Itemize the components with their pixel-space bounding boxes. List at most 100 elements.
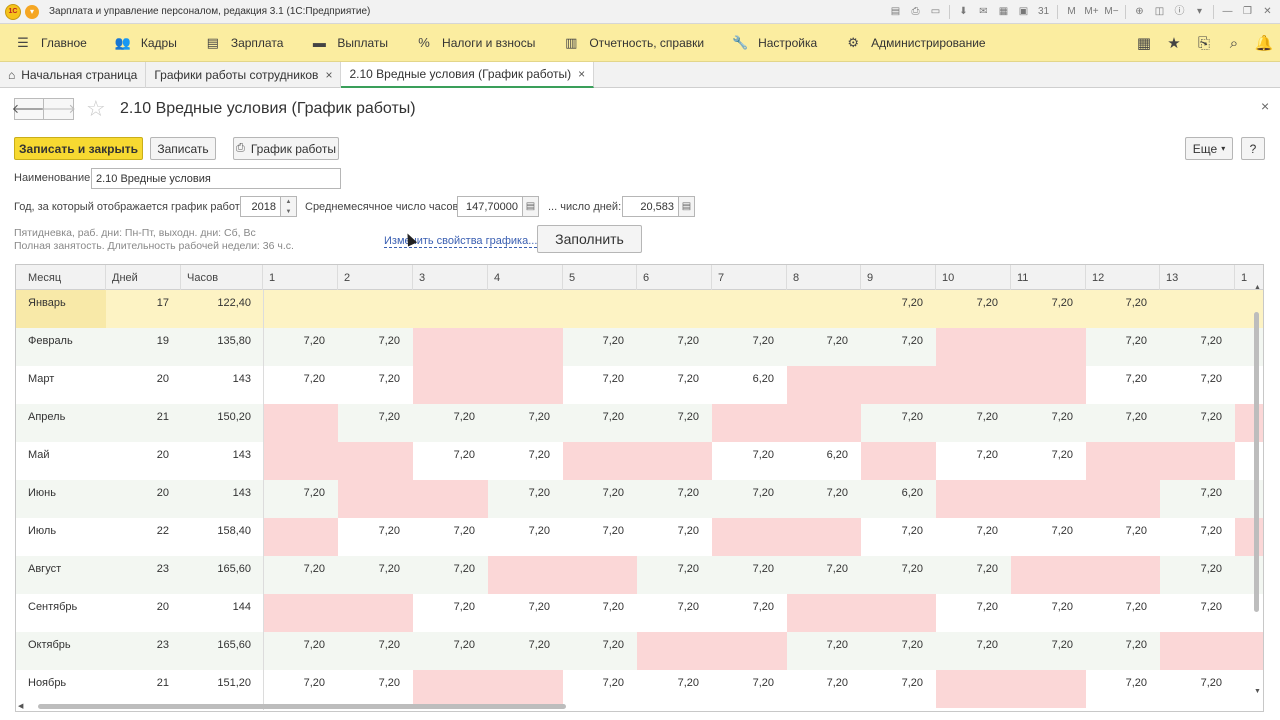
menu-settings[interactable]: 🔧 Настройка	[717, 24, 830, 62]
day-cell[interactable]: 7,20	[413, 442, 488, 480]
day-cell[interactable]: 7,20	[1160, 366, 1235, 404]
day-cell[interactable]	[637, 632, 712, 670]
day-cell[interactable]: 7,20	[338, 328, 413, 366]
day-cell[interactable]: 7,20	[1011, 632, 1086, 670]
day-cell[interactable]: 7,20	[936, 518, 1011, 556]
month-cell[interactable]: Июль	[16, 518, 106, 556]
day-cell[interactable]: 7,20	[1011, 594, 1086, 632]
column-header[interactable]: 5	[563, 265, 637, 290]
day-cell[interactable]: 7,20	[712, 556, 787, 594]
column-header[interactable]: 10	[936, 265, 1011, 290]
day-cell[interactable]: 7,20	[712, 442, 787, 480]
scroll-left-icon[interactable]: ◀	[18, 702, 23, 710]
close-icon[interactable]: ✕	[1259, 3, 1276, 20]
day-cell[interactable]	[488, 366, 563, 404]
menu-salary[interactable]: ▤ Зарплата	[190, 24, 297, 62]
help-button[interactable]: ?	[1241, 137, 1265, 160]
day-cell[interactable]: 6,20	[861, 480, 936, 518]
day-cell[interactable]: 7,20	[861, 632, 936, 670]
table-row[interactable]: Январь 17 122,40 7,20 7,20 7,20 7,20	[16, 290, 1263, 328]
column-header[interactable]: 6	[637, 265, 712, 290]
tab-1[interactable]: ⌂ Начальная страница	[0, 62, 147, 88]
calendar-icon[interactable]: 31	[1035, 3, 1052, 20]
day-cell[interactable]: 7,20	[712, 594, 787, 632]
table-row[interactable]: Август 23 165,60 7,20 7,20 7,20 7,20 7,20 7,20 7,…	[16, 556, 1263, 594]
hours-cell[interactable]: 143	[181, 480, 263, 518]
table-icon[interactable]: ▦	[995, 3, 1012, 20]
hours-cell[interactable]: 150,20	[181, 404, 263, 442]
calculator-icon[interactable]: ▣	[1015, 3, 1032, 20]
table-row[interactable]: Июль 22 158,40 7,20 7,20 7,20 7,20 7,20 7,20 7,20…	[16, 518, 1263, 556]
month-cell[interactable]: Сентябрь	[16, 594, 106, 632]
day-cell[interactable]: 7,20	[637, 594, 712, 632]
day-cell[interactable]	[413, 328, 488, 366]
day-cell[interactable]	[936, 480, 1011, 518]
day-cell[interactable]	[936, 366, 1011, 404]
table-row[interactable]: Апрель 21 150,20 7,20 7,20 7,20 7,20 7,20 7,20 7,…	[16, 404, 1263, 442]
day-cell[interactable]: 7,20	[637, 518, 712, 556]
menu-taxes[interactable]: % Налоги и взносы	[401, 24, 548, 62]
month-cell[interactable]: Май	[16, 442, 106, 480]
name-input[interactable]: 2.10 Вредные условия	[91, 168, 341, 189]
history-icon[interactable]: ⎘	[1196, 35, 1212, 52]
day-cell[interactable]: 7,20	[936, 632, 1011, 670]
menu-main[interactable]: ☰ Главное	[0, 24, 100, 62]
1c-logo-icon[interactable]: 1С	[5, 3, 21, 20]
day-cell[interactable]: 7,20	[563, 404, 637, 442]
day-cell[interactable]: 7,20	[861, 328, 936, 366]
day-cell[interactable]	[338, 594, 413, 632]
day-cell[interactable]	[263, 518, 338, 556]
day-cell[interactable]	[787, 404, 861, 442]
days-cell[interactable]: 17	[106, 290, 181, 328]
day-cell[interactable]	[263, 404, 338, 442]
day-cell[interactable]: 7,20	[936, 404, 1011, 442]
day-cell[interactable]: 7,20	[563, 366, 637, 404]
tab-close-icon[interactable]: ×	[578, 67, 585, 81]
day-cell[interactable]: 7,20	[263, 366, 338, 404]
day-cell[interactable]	[787, 518, 861, 556]
memory-m-icon[interactable]: M	[1063, 3, 1080, 20]
day-cell[interactable]: 7,20	[861, 556, 936, 594]
column-header[interactable]: Месяц	[16, 265, 106, 290]
day-cell[interactable]: 7,20	[1160, 594, 1235, 632]
day-cell[interactable]: 6,20	[712, 366, 787, 404]
day-cell[interactable]: 7,20	[637, 556, 712, 594]
days-cell[interactable]: 20	[106, 594, 181, 632]
horizontal-scroll-thumb[interactable]	[38, 704, 566, 709]
day-cell[interactable]	[936, 328, 1011, 366]
month-cell[interactable]: Февраль	[16, 328, 106, 366]
day-cell[interactable]: 7,20	[1086, 594, 1160, 632]
day-cell[interactable]: 7,20	[637, 366, 712, 404]
hours-cell[interactable]: 144	[181, 594, 263, 632]
vertical-scroll-thumb[interactable]	[1254, 312, 1259, 612]
hours-cell[interactable]: 143	[181, 442, 263, 480]
memory-mplus-icon[interactable]: M+	[1083, 3, 1100, 20]
hours-cell[interactable]: 135,80	[181, 328, 263, 366]
day-cell[interactable]: 7,20	[1160, 480, 1235, 518]
bell-icon[interactable]: 🔔	[1255, 35, 1274, 52]
day-cell[interactable]	[1086, 480, 1160, 518]
day-cell[interactable]	[413, 480, 488, 518]
column-header[interactable]: 4	[488, 265, 563, 290]
zoom-icon[interactable]: ⊕	[1131, 3, 1148, 20]
day-cell[interactable]	[563, 556, 637, 594]
day-cell[interactable]: 7,20	[563, 594, 637, 632]
scroll-up-icon[interactable]: ▲	[1254, 284, 1261, 291]
day-cell[interactable]: 7,20	[861, 404, 936, 442]
day-cell[interactable]: 7,20	[787, 632, 861, 670]
day-cell[interactable]: 7,20	[338, 632, 413, 670]
day-cell[interactable]: 7,20	[1160, 404, 1235, 442]
day-cell[interactable]: 6,20	[787, 442, 861, 480]
day-cell[interactable]: 7,20	[712, 480, 787, 518]
hours-cell[interactable]: 165,60	[181, 556, 263, 594]
day-cell[interactable]: 7,20	[488, 594, 563, 632]
day-cell[interactable]: 7,20	[563, 480, 637, 518]
day-cell[interactable]	[563, 442, 637, 480]
days-calculator-icon[interactable]: ▤	[679, 196, 695, 217]
tab-2[interactable]: Графики работы сотрудников ×	[146, 62, 342, 88]
menu-reports[interactable]: ▥ Отчетность, справки	[548, 24, 717, 62]
fill-button[interactable]: Заполнить	[537, 225, 642, 253]
days-cell[interactable]: 23	[106, 556, 181, 594]
stepper-up-icon[interactable]: ▲	[281, 197, 296, 207]
day-cell[interactable]	[1086, 442, 1160, 480]
